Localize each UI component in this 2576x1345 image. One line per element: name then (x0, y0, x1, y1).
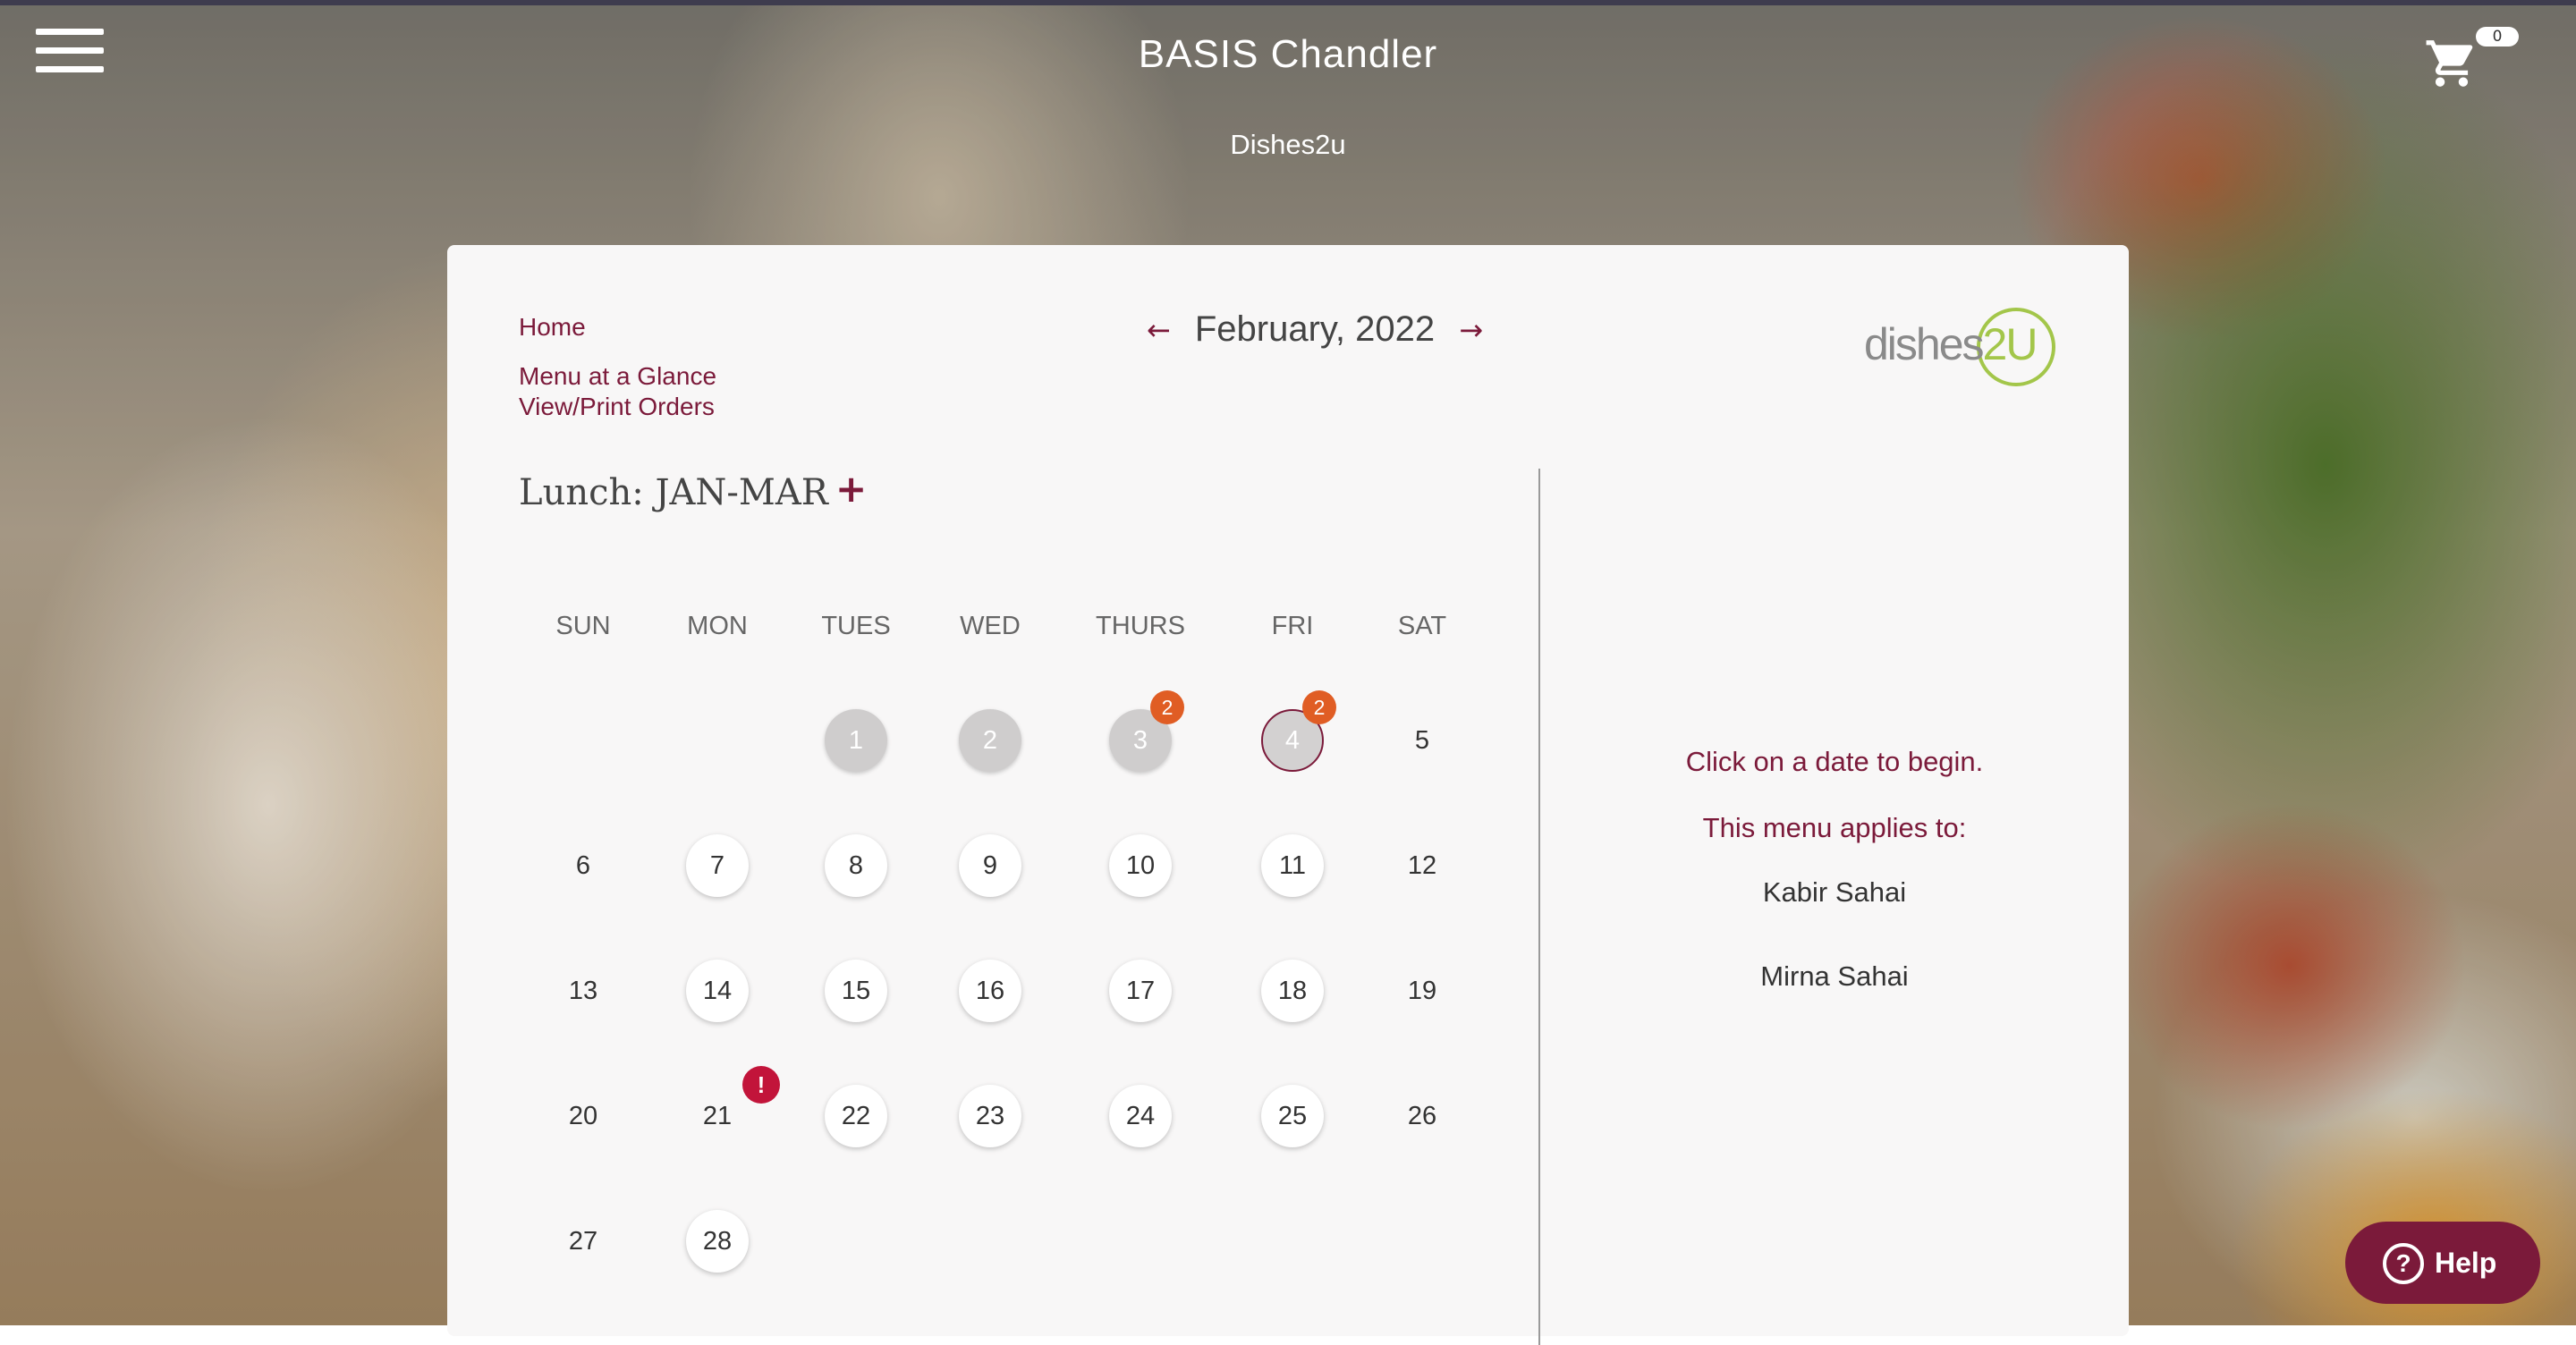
calendar-day: 19 (1407, 977, 1437, 1005)
logo-text-left: dishes (1864, 319, 1985, 369)
cart-icon (2426, 40, 2473, 87)
calendar-day: 26 (1407, 1102, 1437, 1130)
order-count-badge: 2 (1150, 690, 1184, 724)
weekday-header: TUES (821, 612, 891, 640)
student-name[interactable]: Mirna Sahai (1540, 960, 2129, 993)
begin-instruction: Click on a date to begin. (1685, 746, 1984, 777)
nav-home-link[interactable]: Home (519, 313, 716, 342)
student-name[interactable]: Kabir Sahai (1540, 876, 2129, 909)
weekday-header: WED (960, 612, 1021, 640)
calendar-day[interactable]: 17 (1109, 960, 1172, 1022)
calendar-day[interactable]: 28 (686, 1210, 749, 1273)
add-menu-plus-icon[interactable]: + (835, 467, 867, 511)
calendar-day[interactable]: 11 (1261, 834, 1324, 897)
order-count-badge: 2 (1302, 690, 1336, 724)
calendar-day[interactable]: 25 (1261, 1085, 1324, 1147)
alert-icon: ! (742, 1066, 780, 1104)
calendar-day[interactable]: 24 (1109, 1085, 1172, 1147)
calendar-day[interactable]: 14 (686, 960, 749, 1022)
vendor-name: Dishes2u (1230, 129, 1346, 160)
calendar-day: 21 (702, 1102, 733, 1130)
calendar-day[interactable]: 15 (825, 960, 887, 1022)
applies-to-label: This menu applies to: (1702, 812, 1967, 843)
calendar-day[interactable]: 23 (959, 1085, 1021, 1147)
question-circle-icon: ? (2383, 1243, 2424, 1284)
calendar-day[interactable]: 7 (686, 834, 749, 897)
weekday-header: THURS (1096, 612, 1185, 640)
calendar-day[interactable]: 18 (1261, 960, 1324, 1022)
calendar-day: 12 (1407, 851, 1437, 880)
calendar-day[interactable]: 9 (959, 834, 1021, 897)
prev-month-arrow-icon[interactable]: ← (1147, 313, 1171, 347)
weekday-header: FRI (1271, 612, 1314, 640)
cart-button[interactable]: 0 (2419, 27, 2526, 98)
calendar-day: 6 (575, 851, 591, 880)
calendar-day[interactable]: 16 (959, 960, 1021, 1022)
calendar-day[interactable]: 8 (825, 834, 887, 897)
calendar-day[interactable]: 2 (959, 709, 1021, 772)
calendar-day[interactable]: 10 (1109, 834, 1172, 897)
weekday-header: SAT (1397, 612, 1447, 640)
month-label: February, 2022 (1194, 309, 1436, 349)
calendar-day[interactable]: 22 (825, 1085, 887, 1147)
school-name: BASIS Chandler (1138, 32, 1438, 76)
nav-menu-at-a-glance-link[interactable]: Menu at a Glance (519, 361, 716, 392)
calendar-day[interactable]: 1 (825, 709, 887, 772)
calendar-day: 5 (1414, 726, 1430, 755)
month-navigator: ← February, 2022 → (1127, 309, 1503, 350)
dishes2u-logo: dishes2U (1864, 308, 2061, 388)
help-label: Help (2435, 1247, 2497, 1279)
nav-view-print-orders-link[interactable]: View/Print Orders (519, 392, 716, 422)
cart-count-badge: 0 (2476, 27, 2519, 47)
calendar-day: 27 (568, 1227, 598, 1256)
right-panel: Click on a date to begin. This menu appl… (1540, 746, 2129, 993)
top-bar-line (0, 0, 2576, 5)
calendar-day: 20 (568, 1102, 598, 1130)
menu-card: Home Menu at a Glance View/Print Orders … (447, 245, 2129, 1345)
logo-text-right: 2U (1982, 319, 2038, 369)
weekday-header: SUN (555, 612, 611, 640)
calendar-day: 13 (568, 977, 598, 1005)
help-button[interactable]: ? Help (2345, 1222, 2540, 1304)
weekday-header: MON (687, 612, 748, 640)
nav-links: Home Menu at a Glance View/Print Orders (519, 313, 716, 422)
menu-title: Lunch: JAN-MAR (519, 472, 828, 513)
next-month-arrow-icon[interactable]: → (1459, 313, 1483, 347)
